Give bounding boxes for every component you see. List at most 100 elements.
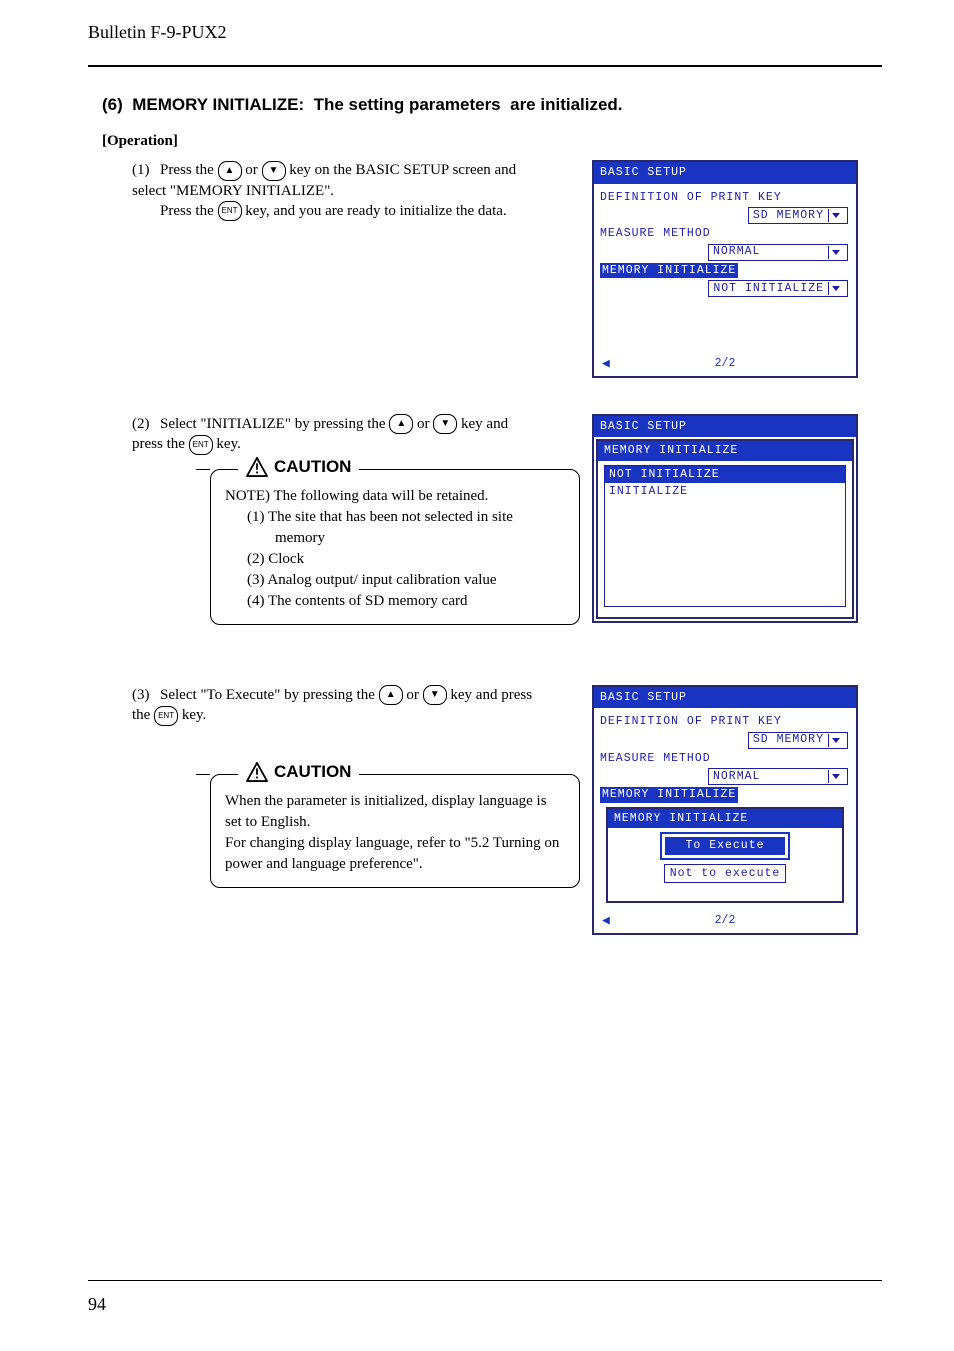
header-rule — [88, 65, 882, 67]
screen2-option-list: NOT INITIALIZE INITIALIZE — [604, 465, 846, 607]
caution-1-label: CAUTION — [274, 456, 351, 479]
section-title-b: The setting parameters — [314, 95, 501, 114]
to-execute-button[interactable]: To Execute — [664, 836, 786, 856]
step-2-num: (2) — [132, 414, 160, 434]
caution-2-p1: When the parameter is initialized, displ… — [225, 791, 565, 833]
measure-value-field[interactable]: NORMAL — [708, 768, 848, 785]
step-1-num: (1) — [132, 160, 160, 180]
option-initialize[interactable]: INITIALIZE — [605, 483, 845, 501]
retain-item-4: (4) The contents of SD memory card — [247, 591, 565, 612]
retain-item-3: (3) Analog output/ input calibration val… — [247, 570, 565, 591]
caution-1-list: (1) The site that has been not selected … — [225, 507, 565, 612]
screen1-footer: ◀ 2/2 — [594, 352, 856, 376]
caution-tick — [196, 469, 210, 470]
screen2-popup-title: MEMORY INITIALIZE — [598, 441, 852, 461]
screen3-row-measure: MEASURE METHOD — [600, 751, 850, 767]
document-page: Bulletin F-9-PUX2 (6) MEMORY INITIALIZE:… — [0, 0, 954, 1351]
warning-triangle-icon — [246, 457, 268, 477]
step-1-l2b: key, and you are ready to initialize the… — [242, 203, 507, 219]
step-2-l1a: Select "INITIALIZE" by pressing the — [160, 416, 389, 432]
ent-key-icon: ENT — [218, 201, 242, 221]
operation-heading: [Operation] — [102, 133, 882, 150]
up-key-icon: ▲ — [218, 161, 242, 181]
caution-1-heading: CAUTION — [238, 456, 359, 479]
caution-1-note: NOTE) The following data will be retaine… — [225, 486, 565, 507]
up-key-icon: ▲ — [389, 414, 413, 434]
screen3-title: BASIC SETUP — [594, 687, 856, 709]
screen-basic-setup-2: BASIC SETUP MEMORY INITIALIZE NOT INITIA… — [592, 414, 858, 624]
screen3-page-indicator: 2/2 — [715, 913, 736, 929]
measure-value: NORMAL — [713, 769, 760, 785]
screen1-body: DEFINITION OF PRINT KEY SD MEMORY MEASUR… — [594, 184, 856, 352]
measure-value-field[interactable]: NORMAL — [708, 244, 848, 261]
page-number: 94 — [88, 1294, 106, 1315]
step-3-text: (3)Select "To Execute" by pressing the ▲… — [132, 685, 542, 888]
section-number: (6) — [102, 95, 123, 114]
running-head: Bulletin F-9-PUX2 — [88, 22, 882, 43]
screen3-footer: ◀ 2/2 — [594, 909, 856, 933]
dropdown-icon — [828, 246, 843, 259]
print-key-value-field[interactable]: SD MEMORY — [748, 207, 848, 224]
caution-box-1: CAUTION NOTE) The following data will be… — [210, 469, 580, 625]
caution-2-body: When the parameter is initialized, displ… — [210, 774, 580, 888]
step-3-l1d: key. — [178, 707, 206, 723]
not-execute-button[interactable]: Not to execute — [664, 864, 786, 884]
step-3-l1a: Select "To Execute" by pressing the — [160, 687, 379, 703]
caution-box-2: CAUTION When the parameter is initialize… — [210, 774, 580, 888]
page-left-arrow-icon[interactable]: ◀ — [602, 912, 610, 930]
screen3-field-measure: NORMAL — [600, 768, 850, 785]
screen3-body: DEFINITION OF PRINT KEY SD MEMORY MEASUR… — [594, 708, 856, 903]
dropdown-icon — [828, 770, 843, 783]
print-key-value: SD MEMORY — [753, 208, 824, 224]
step-1-row: (1)Press the ▲ or ▼ key on the BASIC SET… — [88, 160, 882, 378]
step-3-l1b: or — [403, 687, 423, 703]
option-not-initialize[interactable]: NOT INITIALIZE — [605, 466, 845, 484]
dropdown-icon — [828, 282, 843, 295]
down-key-icon: ▼ — [423, 685, 447, 705]
caution-1-body: NOTE) The following data will be retaine… — [210, 469, 580, 625]
screen3-row-memory: MEMORY INITIALIZE — [600, 787, 850, 803]
memory-value-field[interactable]: NOT INITIALIZE — [708, 280, 848, 297]
memory-value: NOT INITIALIZE — [713, 281, 824, 297]
screen3-row-print-key: DEFINITION OF PRINT KEY — [600, 714, 850, 730]
screen1-title: BASIC SETUP — [594, 162, 856, 184]
print-key-value: SD MEMORY — [753, 732, 824, 748]
screen-basic-setup-3: BASIC SETUP DEFINITION OF PRINT KEY SD M… — [592, 685, 858, 936]
caution-tick — [196, 774, 210, 775]
warning-triangle-icon — [246, 762, 268, 782]
ent-key-icon: ENT — [154, 706, 178, 726]
caution-2-label: CAUTION — [274, 761, 351, 784]
screen1-field-print-key: SD MEMORY — [600, 207, 850, 224]
step-1-l2a: Press the — [160, 203, 218, 219]
step-2-l1b: or — [413, 416, 433, 432]
down-key-icon: ▼ — [262, 161, 286, 181]
ent-key-icon: ENT — [189, 435, 213, 455]
page-left-arrow-icon[interactable]: ◀ — [602, 355, 610, 373]
step-3-row: (3)Select "To Execute" by pressing the ▲… — [88, 685, 882, 936]
memory-initialize-highlight[interactable]: MEMORY INITIALIZE — [600, 787, 738, 803]
step-1-l1a: Press the — [160, 162, 218, 178]
retain-item-1: (1) The site that has been not selected … — [247, 507, 565, 549]
down-key-icon: ▼ — [433, 414, 457, 434]
step-1-text: (1)Press the ▲ or ▼ key on the BASIC SET… — [132, 160, 542, 221]
step-3-num: (3) — [132, 685, 160, 705]
screen-basic-setup-1: BASIC SETUP DEFINITION OF PRINT KEY SD M… — [592, 160, 858, 378]
dropdown-icon — [828, 734, 843, 747]
screen1-page-indicator: 2/2 — [715, 356, 736, 372]
print-key-value-field[interactable]: SD MEMORY — [748, 732, 848, 749]
up-key-icon: ▲ — [379, 685, 403, 705]
screen3-field-print-key: SD MEMORY — [600, 732, 850, 749]
section-title: (6) MEMORY INITIALIZE: The setting param… — [102, 95, 882, 115]
caution-2-p2: For changing display language, refer to … — [225, 833, 565, 875]
section-title-a: MEMORY INITIALIZE: — [132, 95, 304, 114]
screen3-modal: MEMORY INITIALIZE To Execute Not to exec… — [606, 807, 844, 904]
retain-item-2: (2) Clock — [247, 549, 565, 570]
dropdown-icon — [828, 209, 843, 222]
screen1-row-print-key: DEFINITION OF PRINT KEY — [600, 190, 850, 206]
step-1-l1b: or — [242, 162, 262, 178]
screen3-modal-title: MEMORY INITIALIZE — [608, 809, 842, 829]
memory-initialize-highlight[interactable]: MEMORY INITIALIZE — [600, 263, 738, 279]
screen1-field-memory: NOT INITIALIZE — [600, 280, 850, 297]
screen1-field-measure: NORMAL — [600, 244, 850, 261]
section-title-c-text: are initialized. — [510, 95, 622, 114]
